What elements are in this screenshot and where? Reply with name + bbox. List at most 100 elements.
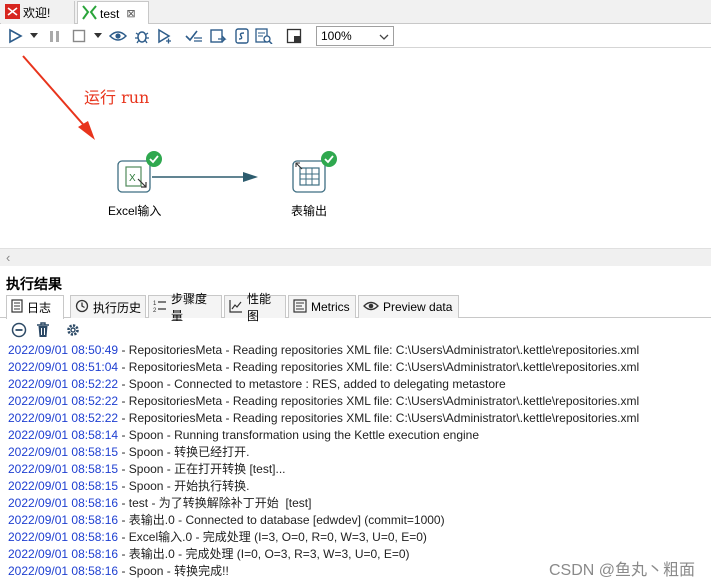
log-timestamp: 2022/09/01 08:58:14: [8, 428, 119, 442]
tab-history-label: 执行历史: [93, 300, 142, 315]
transformation-canvas[interactable]: X 运行 run Excel输入 表输出: [0, 48, 711, 266]
canvas-horizontal-scrollbar[interactable]: ‹: [0, 248, 711, 266]
close-icon[interactable]: ⊠: [126, 7, 135, 20]
canvas-drawing: X: [22, 55, 337, 193]
svg-text:X: X: [129, 173, 136, 184]
log-line: 2022/09/01 08:58:16 - 表输出.0 - Connected …: [8, 512, 711, 529]
log-icon: [11, 299, 23, 316]
log-message: - 表输出.0 - Connected to database [edwdev]…: [118, 513, 445, 527]
step-metrics-icon: 12: [153, 299, 167, 316]
log-timestamp: 2022/09/01 08:52:22: [8, 394, 119, 408]
log-timestamp: 2022/09/01 08:52:22: [8, 411, 119, 425]
log-message: - test - 为了转换解除补丁开始 [test]: [118, 496, 312, 510]
log-message: - Spoon - 转换已经打开.: [118, 445, 250, 459]
results-panel-title: 执行结果: [6, 276, 62, 292]
tab-test-label: test: [100, 6, 120, 21]
step-label-excel-input: Excel输入: [108, 204, 162, 218]
tab-welcome-label: 欢迎!: [23, 6, 51, 20]
performance-graph-icon: [229, 299, 243, 316]
stop-dropdown-icon[interactable]: [92, 26, 104, 46]
replay-icon[interactable]: [154, 26, 174, 46]
log-line: 2022/09/01 08:50:49 - RepositoriesMeta -…: [8, 342, 711, 359]
log-message: - Spoon - Connected to metastore : RES, …: [118, 377, 506, 391]
tab-performance-graph-label: 性能图: [247, 292, 272, 323]
stop-icon[interactable]: [70, 26, 88, 46]
clear-log-icon[interactable]: [10, 321, 28, 339]
log-line: 2022/09/01 08:52:22 - RepositoriesMeta -…: [8, 410, 711, 427]
step-excel-input[interactable]: X: [117, 151, 162, 193]
success-check-icon: [321, 151, 337, 167]
log-message: - Spoon - 开始执行转换.: [118, 479, 250, 493]
kettle-logo-icon: [5, 3, 20, 22]
settings-icon[interactable]: [64, 321, 82, 339]
log-line: 2022/09/01 08:51:04 - RepositoriesMeta -…: [8, 359, 711, 376]
svg-text:1: 1: [153, 301, 157, 307]
log-message: - 表输出.0 - 完成处理 (I=0, O=3, R=3, W=3, U=0,…: [118, 547, 410, 561]
transformation-icon: [82, 4, 97, 23]
svg-text:2: 2: [153, 308, 157, 313]
analyze-impact-icon[interactable]: [208, 26, 228, 46]
watermark: CSDN @鱼丸丶粗面: [548, 562, 695, 579]
log-timestamp: 2022/09/01 08:50:49: [8, 343, 119, 357]
tab-metrics[interactable]: Metrics: [288, 295, 356, 318]
log-timestamp: 2022/09/01 08:58:16: [8, 513, 119, 527]
tab-step-metrics-label: 步骤度量: [171, 292, 208, 323]
preview-data-icon: [363, 300, 379, 315]
hop-arrow[interactable]: [152, 172, 258, 182]
tab-performance-graph[interactable]: 性能图: [224, 292, 286, 323]
zoom-value: 100%: [321, 29, 352, 43]
run-dropdown-icon[interactable]: [28, 26, 40, 46]
chevron-down-icon: [379, 29, 389, 43]
transformation-toolbar: 100%: [0, 24, 711, 48]
explore-db-icon[interactable]: [254, 26, 274, 46]
log-message: - RepositoriesMeta - Reading repositorie…: [118, 343, 640, 357]
pause-icon[interactable]: [46, 26, 64, 46]
log-line: 2022/09/01 08:58:15 - Spoon - 转换已经打开.: [8, 444, 711, 461]
tab-test[interactable]: test ⊠: [77, 1, 149, 25]
log-line: 2022/09/01 08:58:15 - Spoon - 开始执行转换.: [8, 478, 711, 495]
scroll-left-icon[interactable]: ‹: [6, 250, 10, 265]
log-timestamp: 2022/09/01 08:58:16: [8, 547, 119, 561]
log-line: 2022/09/01 08:52:22 - RepositoriesMeta -…: [8, 393, 711, 410]
preview-icon[interactable]: [108, 26, 128, 46]
debug-icon[interactable]: [132, 26, 152, 46]
log-message: - Spoon - Running transformation using t…: [118, 428, 479, 442]
annotation-text: 运行 run: [84, 88, 150, 107]
tab-preview-data-label: Preview data: [383, 300, 453, 314]
log-timestamp: 2022/09/01 08:58:15: [8, 462, 119, 476]
log-line: 2022/09/01 08:58:14 - Spoon - Running tr…: [8, 427, 711, 444]
zoom-select[interactable]: 100%: [316, 26, 394, 46]
log-timestamp: 2022/09/01 08:58:15: [8, 479, 119, 493]
log-line: 2022/09/01 08:58:16 - test - 为了转换解除补丁开始 …: [8, 495, 711, 512]
log-message: - Excel输入.0 - 完成处理 (I=3, O=0, R=0, W=3, …: [118, 530, 427, 544]
tab-step-metrics[interactable]: 12 步骤度量: [148, 292, 222, 323]
log-timestamp: 2022/09/01 08:58:16: [8, 530, 119, 544]
log-timestamp: 2022/09/01 08:51:04: [8, 360, 119, 374]
log-timestamp: 2022/09/01 08:58:15: [8, 445, 119, 459]
success-check-icon: [146, 151, 162, 167]
run-icon[interactable]: [6, 26, 24, 46]
step-label-table-output: 表输出: [291, 204, 328, 218]
show-results-icon[interactable]: [284, 26, 304, 46]
tab-log[interactable]: 日志: [6, 295, 64, 319]
step-table-output[interactable]: [292, 151, 337, 193]
log-message: - RepositoriesMeta - Reading repositorie…: [118, 411, 640, 425]
metrics-icon: [293, 298, 307, 316]
tab-preview-data[interactable]: Preview data: [358, 295, 459, 318]
tab-history[interactable]: 执行历史: [70, 295, 146, 318]
sql-icon[interactable]: [232, 26, 252, 46]
log-timestamp: 2022/09/01 08:58:16: [8, 496, 119, 510]
tab-welcome[interactable]: 欢迎!: [1, 1, 75, 24]
log-timestamp: 2022/09/01 08:58:16: [8, 564, 119, 578]
results-tab-strip: 日志 执行历史 12 步骤度量 性能图 Metrics Preview data: [0, 292, 711, 323]
log-timestamp: 2022/09/01 08:52:22: [8, 377, 119, 391]
log-message: - RepositoriesMeta - Reading repositorie…: [118, 394, 640, 408]
log-message: - RepositoriesMeta - Reading repositorie…: [118, 360, 640, 374]
delete-icon[interactable]: [34, 321, 52, 339]
log-output[interactable]: 2022/09/01 08:50:49 - RepositoriesMeta -…: [8, 342, 711, 580]
log-message: - Spoon - 正在打开转换 [test]...: [118, 462, 286, 476]
tab-metrics-label: Metrics: [311, 300, 350, 314]
verify-icon[interactable]: [184, 26, 204, 46]
log-line: 2022/09/01 08:58:16 - Excel输入.0 - 完成处理 (…: [8, 529, 711, 546]
history-icon: [75, 299, 89, 316]
